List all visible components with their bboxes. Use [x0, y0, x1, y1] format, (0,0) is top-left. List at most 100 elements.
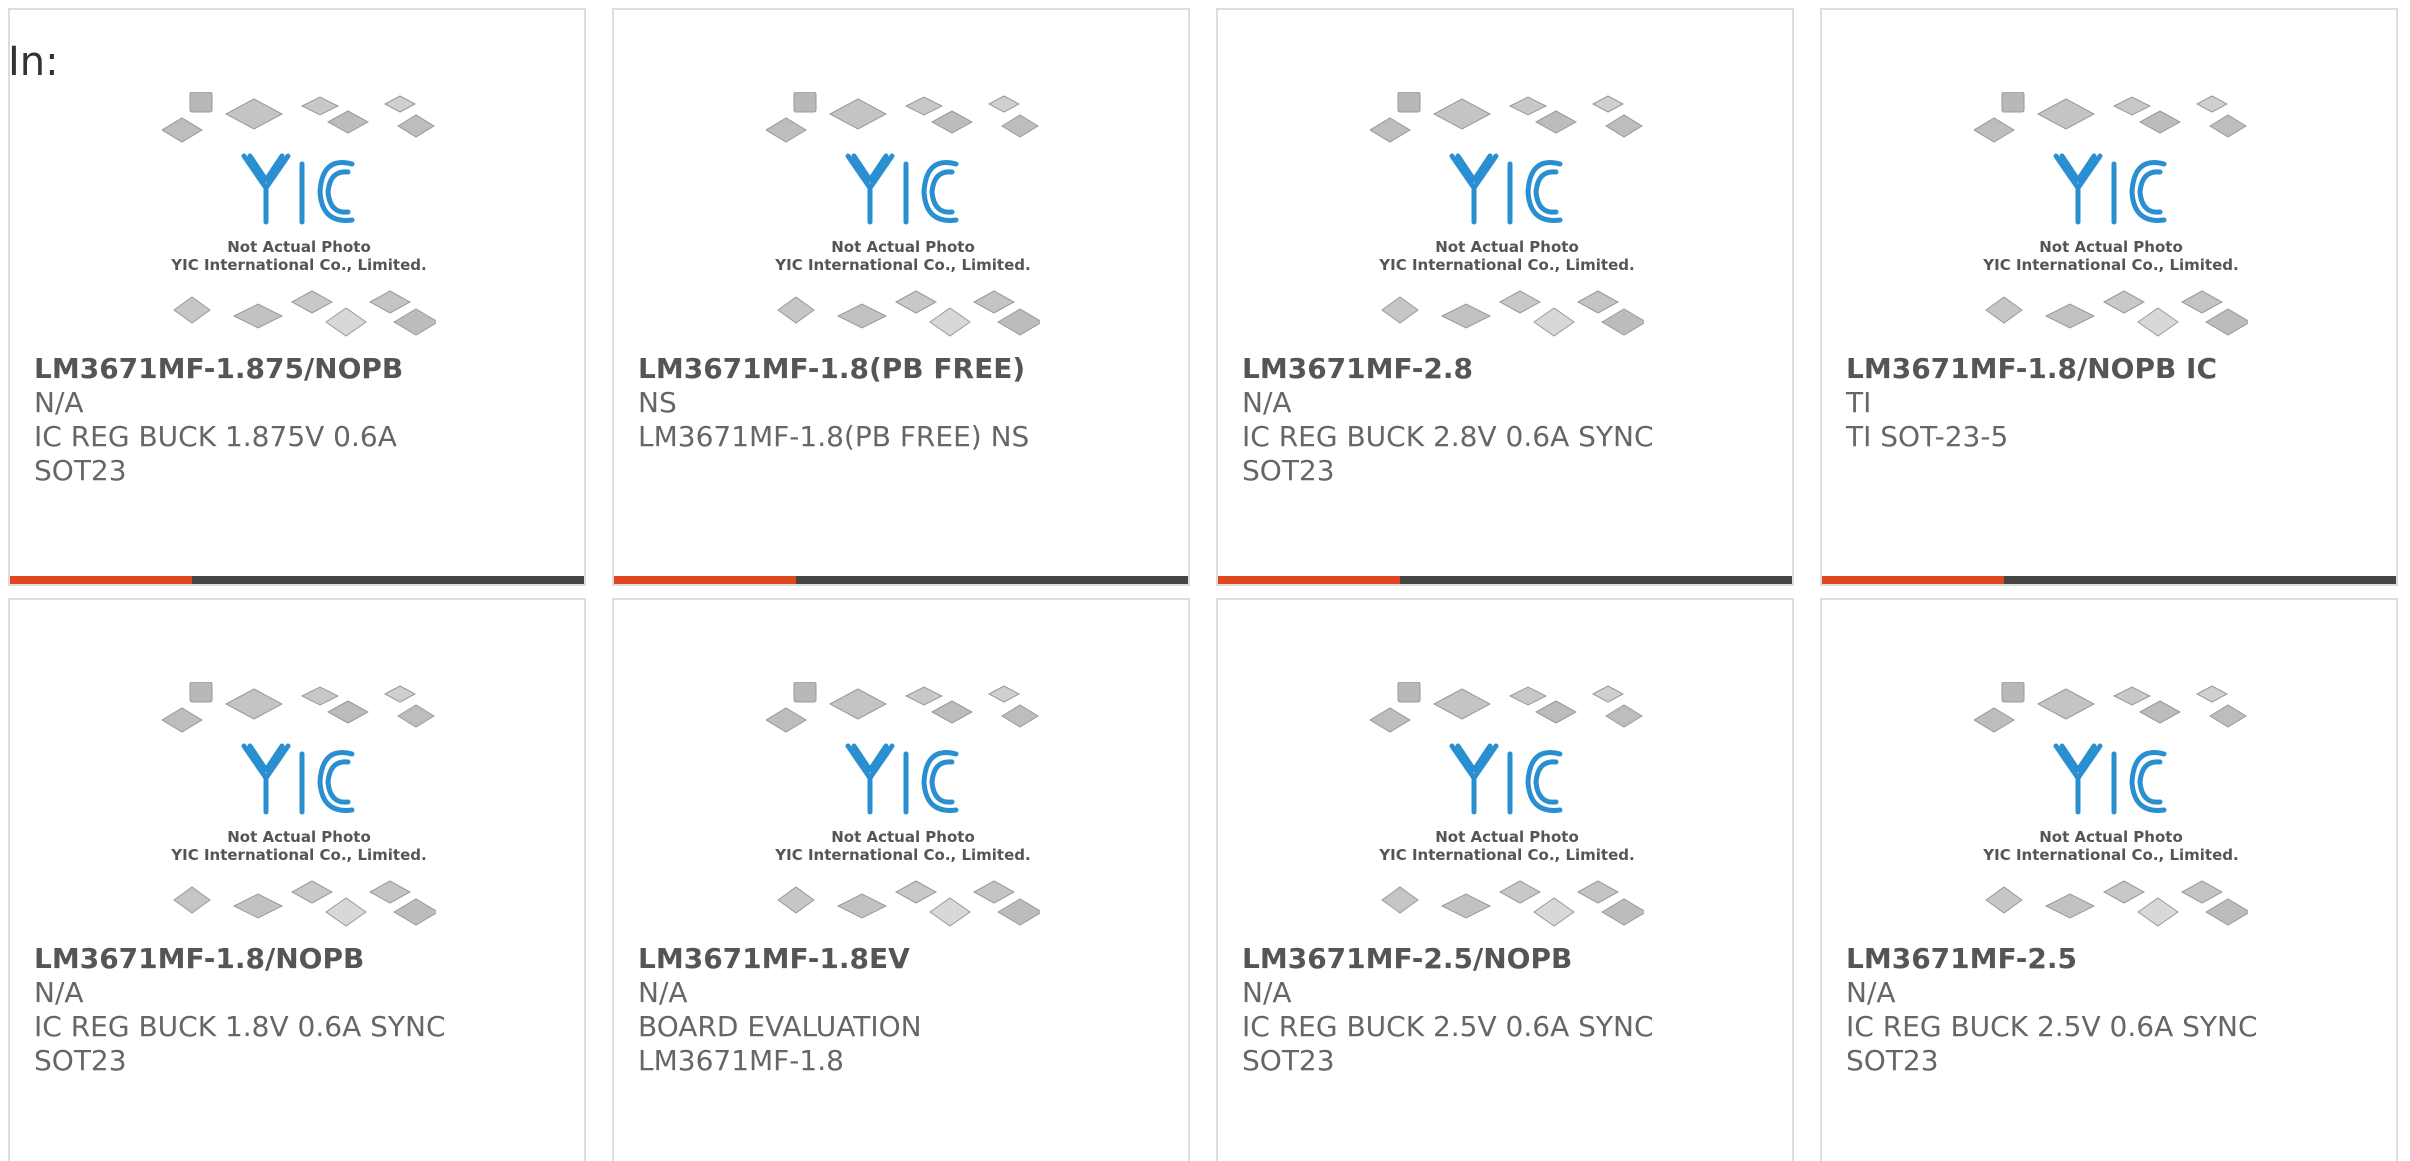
- placeholder-photo: Not Actual Photo YIC International Co., L…: [1974, 92, 2248, 342]
- chip-icon: [997, 898, 1040, 926]
- product-info: LM3671MF-1.8EV N/A BOARD EVALUATION LM36…: [638, 942, 1168, 1078]
- product-info: LM3671MF-2.5 N/A IC REG BUCK 2.5V 0.6A S…: [1846, 942, 2376, 1078]
- chip-icon: [1370, 117, 1411, 143]
- chip-icon: [2205, 898, 2248, 926]
- product-card[interactable]: Not Actual Photo YIC International Co., L…: [1216, 8, 1794, 586]
- product-info: LM3671MF-2.5/NOPB N/A IC REG BUCK 2.5V 0…: [1242, 942, 1772, 1078]
- description: IC REG BUCK 2.5V 0.6A SYNC SOT23: [1242, 1010, 1654, 1077]
- chip-icon: [1601, 898, 1644, 926]
- yic-placeholder-graphic: Not Actual PhotoYIC International Co., L…: [1974, 92, 2248, 337]
- manufacturer: NS: [638, 386, 677, 419]
- chip-icon: [383, 95, 417, 113]
- chip-icon: [393, 898, 436, 926]
- chip-icon: [1533, 307, 1575, 337]
- yic-logo-icon: [1449, 153, 1563, 225]
- yic-logo-icon: [845, 153, 959, 225]
- not-actual-photo-text: Not Actual Photo: [2039, 828, 2183, 846]
- chip-icon: [777, 296, 815, 324]
- chip-icon: [2138, 700, 2182, 724]
- placeholder-photo: Not Actual Photo YIC International Co., L…: [162, 92, 436, 342]
- manufacturer: TI: [1846, 386, 1872, 419]
- company-name-text: YIC International Co., Limited.: [1982, 256, 2238, 274]
- description: IC REG BUCK 2.8V 0.6A SYNC SOT23: [1242, 420, 1654, 487]
- company-name-text: YIC International Co., Limited.: [1982, 846, 2238, 864]
- chip-icon: [224, 98, 284, 130]
- chip-icon: [326, 110, 370, 134]
- chip-icon: [2209, 114, 2247, 138]
- chip-icon: [2195, 95, 2229, 113]
- part-number[interactable]: LM3671MF-2.8: [1242, 352, 1772, 386]
- in-heading: In:: [8, 39, 59, 85]
- chip-icons-bottom: [173, 880, 436, 927]
- chip-icon: [828, 688, 888, 720]
- chip-icons-top: [766, 92, 1039, 143]
- part-number[interactable]: LM3671MF-1.8EV: [638, 942, 1168, 976]
- part-number[interactable]: LM3671MF-1.8/NOPB: [34, 942, 564, 976]
- chip-icon: [1397, 682, 1421, 703]
- not-actual-photo-text: Not Actual Photo: [227, 238, 371, 256]
- description: LM3671MF-1.8(PB FREE) NS: [638, 420, 1030, 453]
- description: IC REG BUCK 1.8V 0.6A SYNC SOT23: [34, 1010, 446, 1077]
- yic-placeholder-graphic: Not Actual PhotoYIC International Co., L…: [766, 682, 1040, 927]
- product-info: LM3671MF-1.8/NOPB N/A IC REG BUCK 1.8V 0…: [34, 942, 564, 1078]
- product-card[interactable]: Not Actual Photo YIC International Co., L…: [612, 598, 1190, 1161]
- product-card[interactable]: Not Actual Photo YIC International Co., L…: [8, 598, 586, 1161]
- chip-icon: [2137, 897, 2179, 927]
- chip-icon: [173, 296, 211, 324]
- chip-icon: [368, 290, 412, 314]
- part-number[interactable]: LM3671MF-2.5: [1846, 942, 2376, 976]
- card-bar: [1218, 576, 1792, 584]
- part-number[interactable]: LM3671MF-1.8/NOPB IC: [1846, 352, 2376, 386]
- chip-icon: [1591, 95, 1625, 113]
- chip-icon: [1576, 290, 1620, 314]
- chip-icons-top: [766, 682, 1039, 733]
- part-number[interactable]: LM3671MF-2.5/NOPB: [1242, 942, 1772, 976]
- manufacturer: N/A: [638, 976, 688, 1009]
- chip-icon: [325, 307, 367, 337]
- chip-icon: [1974, 117, 2015, 143]
- chip-icon: [1605, 114, 1643, 138]
- chip-icon: [326, 700, 370, 724]
- chip-icon: [2112, 686, 2152, 706]
- chip-icon: [1985, 296, 2023, 324]
- chip-icon: [224, 688, 284, 720]
- card-bar-accent: [1218, 576, 1400, 584]
- product-card[interactable]: Not Actual Photo YIC International Co., L…: [612, 8, 1190, 586]
- product-card[interactable]: Not Actual Photo YIC International Co., L…: [8, 8, 586, 586]
- chip-icon: [232, 303, 284, 329]
- chip-icon: [173, 886, 211, 914]
- placeholder-photo: Not Actual Photo YIC International Co., L…: [766, 92, 1040, 342]
- chip-icon: [325, 897, 367, 927]
- chip-icon: [894, 290, 938, 314]
- part-number[interactable]: LM3671MF-1.8(PB FREE): [638, 352, 1168, 386]
- not-actual-photo-text: Not Actual Photo: [831, 238, 975, 256]
- company-name-text: YIC International Co., Limited.: [774, 846, 1030, 864]
- chip-icons-bottom: [173, 290, 436, 337]
- chip-icon: [300, 686, 340, 706]
- chip-icon: [1001, 114, 1039, 138]
- card-bar: [1822, 576, 2396, 584]
- product-info: LM3671MF-2.8 N/A IC REG BUCK 2.8V 0.6A S…: [1242, 352, 1772, 488]
- company-name-text: YIC International Co., Limited.: [774, 256, 1030, 274]
- product-card[interactable]: Not Actual Photo YIC International Co., L…: [1820, 598, 2398, 1161]
- chip-icon: [1498, 880, 1542, 904]
- product-card[interactable]: Not Actual Photo YIC International Co., L…: [1820, 8, 2398, 586]
- chip-icon: [987, 685, 1021, 703]
- chip-icons-top: [162, 92, 435, 143]
- product-card[interactable]: Not Actual Photo YIC International Co., L…: [1216, 598, 1794, 1161]
- chip-icon: [1381, 296, 1419, 324]
- chip-icon: [2112, 96, 2152, 116]
- part-number[interactable]: LM3671MF-1.875/NOPB: [34, 352, 564, 386]
- not-actual-photo-text: Not Actual Photo: [1435, 828, 1579, 846]
- not-actual-photo-text: Not Actual Photo: [2039, 238, 2183, 256]
- chip-icon: [2001, 92, 2025, 113]
- chip-icon: [2195, 685, 2229, 703]
- chip-icon: [1001, 704, 1039, 728]
- product-info: LM3671MF-1.8/NOPB IC TI TI SOT-23-5: [1846, 352, 2376, 454]
- chip-icon: [1508, 686, 1548, 706]
- chip-icon: [1974, 707, 2015, 733]
- chip-icon: [368, 880, 412, 904]
- card-bar-accent: [10, 576, 192, 584]
- placeholder-photo: Not Actual Photo YIC International Co., L…: [1370, 682, 1644, 932]
- yic-logo-icon: [1449, 743, 1563, 815]
